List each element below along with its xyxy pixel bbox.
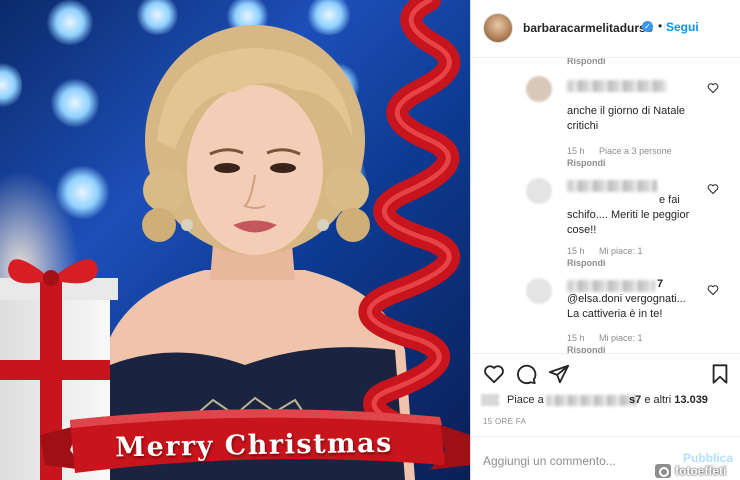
commenter-username-suffix[interactable]: 7 — [657, 278, 663, 290]
comment-icon[interactable] — [515, 363, 537, 385]
heart-icon[interactable] — [707, 284, 719, 296]
bookmark-icon[interactable] — [709, 363, 731, 385]
comment-likes[interactable]: Mi piace: 1 — [599, 246, 643, 256]
comment-text: anche il giorno di Natale critichi — [567, 105, 686, 132]
header-separator: • — [658, 19, 663, 33]
camera-icon — [655, 464, 671, 478]
heart-icon[interactable] — [707, 183, 719, 195]
comment-time: 15 h — [567, 146, 585, 156]
likes-prefix: Piace a — [507, 394, 544, 406]
likes-summary[interactable]: Piace a s7 e altri 13.039 — [471, 392, 740, 412]
post-header: barbaracarmelitadurso ✓ • Segui — [471, 0, 740, 58]
profile-avatar[interactable] — [483, 13, 513, 43]
likes-others-label: e altri — [644, 394, 672, 406]
reply-button[interactable]: Rispondi — [567, 58, 606, 66]
comment-text: @elsa.doni vergognati... La cattiveria è… — [567, 293, 686, 320]
follow-button[interactable]: Segui — [666, 20, 699, 34]
comment-likes[interactable]: Piace a 3 persone — [599, 146, 672, 156]
profile-username[interactable]: barbaracarmelitadurso — [523, 21, 653, 35]
liker-username-blurred[interactable] — [546, 395, 636, 406]
merry-christmas-text: Merry Christmas — [114, 427, 394, 464]
comment-time: 15 h — [567, 333, 585, 343]
add-comment-input[interactable] — [483, 452, 673, 470]
add-comment-bar: Pubblica fotoeffeti — [471, 436, 740, 480]
post-timestamp: 15 ORE FA — [483, 417, 527, 426]
commenter-username-blurred[interactable] — [567, 280, 655, 292]
heart-icon[interactable] — [707, 82, 719, 94]
liker-username-suffix: s7 — [629, 394, 642, 406]
post-sidebar: barbaracarmelitadurso ✓ • Segui Rispondi… — [470, 0, 740, 480]
likes-count-number: 13.039 — [674, 394, 708, 406]
reply-button[interactable]: Rispondi — [567, 158, 606, 168]
commenter-avatar[interactable] — [526, 178, 552, 204]
comment-likes[interactable]: Mi piace: 1 — [599, 333, 643, 343]
comment-text: e fai schifo.... Meriti le peggior cose!… — [567, 194, 690, 236]
commenter-avatar[interactable] — [526, 76, 552, 102]
comment-time: 15 h — [567, 246, 585, 256]
stage-light — [0, 60, 22, 110]
send-icon[interactable] — [548, 363, 570, 385]
watermark-text: fotoeffeti — [675, 464, 727, 478]
commenter-avatar[interactable] — [526, 278, 552, 304]
comment-meta: 15 h Piace a 3 persone — [567, 146, 684, 156]
commenter-username-blurred[interactable] — [567, 80, 667, 92]
stage-light — [50, 78, 100, 128]
likes-count[interactable]: s7 e altri 13.039 — [629, 394, 708, 406]
watermark: fotoeffeti — [655, 463, 740, 480]
reply-button[interactable]: Rispondi — [567, 258, 606, 268]
reply-button[interactable]: Rispondi — [567, 345, 606, 353]
post-actions-bar — [471, 353, 740, 393]
stage-light — [45, 0, 95, 45]
liker-avatar — [481, 394, 499, 406]
commenter-username-blurred[interactable] — [567, 180, 657, 192]
heart-icon[interactable] — [483, 363, 505, 385]
comment-meta: 15 h Mi piace: 1 — [567, 246, 655, 256]
comments-list[interactable]: Rispondi anche il giorno di Natale criti… — [471, 58, 740, 353]
comment-meta: 15 h Mi piace: 1 — [567, 333, 655, 343]
verified-badge-icon: ✓ — [642, 21, 653, 32]
post-photo[interactable]: Merry Christmas — [0, 0, 470, 480]
